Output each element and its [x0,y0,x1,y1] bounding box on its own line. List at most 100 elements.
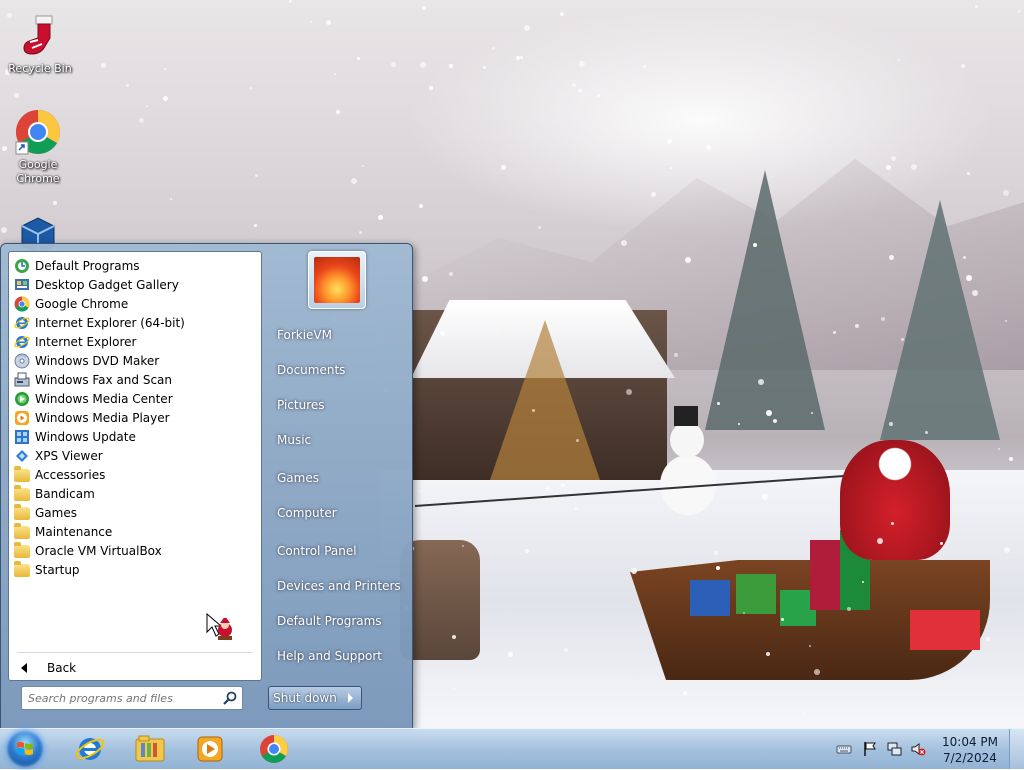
network-icon[interactable] [886,741,902,757]
snowflake [773,419,777,423]
system-clock[interactable]: 10:04 PM 7/2/2024 [942,734,998,766]
wallpaper-gifts [690,530,990,650]
snowflake [492,47,495,50]
program-label: Maintenance [35,524,113,539]
shutdown-button[interactable]: Shut down [268,686,342,710]
windows-update-icon [14,429,30,445]
chrome-icon [14,108,62,156]
snowflake [833,331,836,334]
program-item[interactable]: Desktop Gadget Gallery [9,275,261,294]
keyboard-icon[interactable] [836,741,852,757]
snowflake [126,84,129,87]
program-item[interactable]: Bandicam [9,484,261,503]
search-input[interactable] [26,689,220,707]
snowflake [440,331,445,336]
snowflake [255,174,258,177]
start-menu-programs-pane: Default Programs Desktop Gadget Gallery Go… [8,251,262,681]
snowflake [453,688,455,690]
snowflake [560,12,564,16]
link-default-programs[interactable]: Default Programs [277,614,382,628]
taskbar-media-player[interactable] [182,731,238,767]
program-item[interactable]: Google Chrome [9,294,261,313]
snowflake [877,538,883,544]
snowflake [508,652,513,657]
snowflake [966,275,972,281]
link-games[interactable]: Games [277,471,319,485]
snowflake [758,379,764,385]
program-item[interactable]: Windows Media Player [9,408,261,427]
program-item[interactable]: Windows DVD Maker [9,351,261,370]
program-item[interactable]: Internet Explorer (64-bit) [9,313,261,332]
snowflake [961,64,965,68]
link-computer[interactable]: Computer [277,506,337,520]
windows-logo-icon [17,742,33,755]
program-item[interactable]: Windows Fax and Scan [9,370,261,389]
ie-icon [14,315,30,331]
desktop-icon-recycle-bin[interactable]: Recycle Bin [2,12,78,76]
shutdown-options-arrow[interactable] [341,686,362,710]
snowflake [753,243,757,247]
wallpaper-christmas-tree [490,320,600,480]
link-help-support[interactable]: Help and Support [277,649,382,663]
media-center-icon [14,391,30,407]
snowflake [898,59,900,61]
snowflake [743,612,745,614]
snowflake [289,0,292,3]
user-account-picture[interactable] [308,251,366,309]
program-label: Oracle VM VirtualBox [35,543,162,558]
program-item[interactable]: Maintenance [9,522,261,541]
recycle-bin-stocking-icon [16,12,64,60]
snowflake [1018,10,1021,13]
taskbar-google-chrome[interactable] [246,731,302,767]
link-music[interactable]: Music [277,433,311,447]
volume-muted-icon[interactable] [910,741,926,757]
taskbar-internet-explorer[interactable] [62,731,118,767]
link-pictures[interactable]: Pictures [277,398,325,412]
show-desktop-button[interactable] [1009,729,1024,769]
link-user-folder[interactable]: ForkieVM [277,328,332,342]
program-item[interactable]: Games [9,503,261,522]
program-item[interactable]: Windows Update [9,427,261,446]
snowflake [334,73,336,75]
program-label: Internet Explorer [35,334,137,349]
snowflake [766,410,772,416]
flower-user-picture [314,257,360,303]
program-item[interactable]: Windows Media Center [9,389,261,408]
link-documents[interactable]: Documents [277,363,345,377]
folder-icon [14,560,30,578]
snowflake [889,422,893,426]
folder-library-icon [135,735,165,762]
snowflake [891,522,894,525]
snowflake [501,165,506,170]
desktop-icon-label: Google Chrome [16,158,60,185]
snowflake [811,412,813,414]
search-box[interactable] [21,686,243,710]
ie-icon [75,738,105,760]
program-label: Windows DVD Maker [35,353,160,368]
link-control-panel[interactable]: Control Panel [277,544,357,558]
wallpaper-snowman-hat [674,406,698,426]
snowflake [597,94,600,97]
program-label: XPS Viewer [35,448,103,463]
program-item[interactable]: Default Programs [9,256,261,275]
start-button[interactable] [6,730,44,768]
search-icon[interactable] [222,690,238,706]
back-button[interactable]: Back [9,657,259,679]
snowflake [901,338,904,341]
program-item[interactable]: Internet Explorer [9,332,261,351]
action-center-flag-icon[interactable] [862,741,878,757]
desktop-icon-google-chrome[interactable]: Google Chrome [0,108,76,186]
snowflake [524,25,530,31]
dvd-maker-icon [14,353,30,369]
taskbar-windows-explorer[interactable] [122,731,178,767]
program-item[interactable]: Startup [9,560,261,579]
program-item[interactable]: XPS Viewer [9,446,261,465]
snowflake [359,231,362,234]
snowflake [163,96,168,101]
program-item[interactable]: Oracle VM VirtualBox [9,541,261,560]
snowflake [891,156,896,161]
program-item[interactable]: Accessories [9,465,261,484]
wallpaper-snowman-head [670,422,704,458]
link-devices-printers[interactable]: Devices and Printers [277,579,401,593]
taskbar: 10:04 PM 7/2/2024 [0,728,1024,769]
